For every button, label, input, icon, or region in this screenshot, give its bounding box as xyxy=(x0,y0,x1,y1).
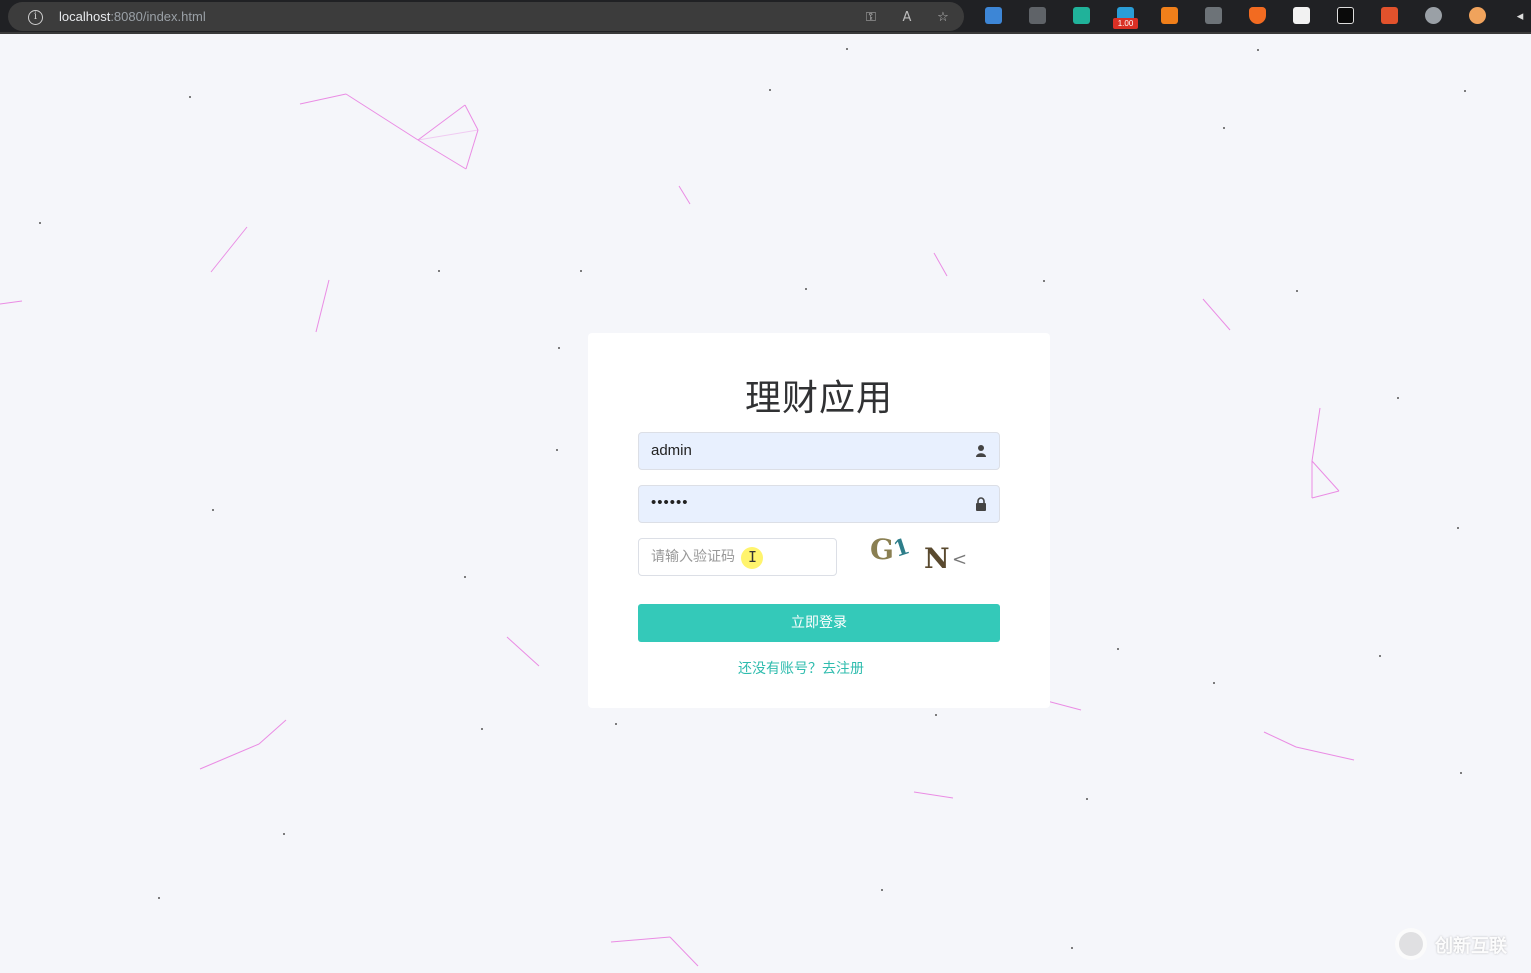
login-card: 理财应用 admin •••••• I G 1 N < 立即登录 还没有账号？去… xyxy=(588,333,1050,708)
captcha-char: < xyxy=(952,549,968,570)
shield-extension-icon[interactable] xyxy=(1249,7,1266,24)
extension-badge: 1.00 xyxy=(1113,18,1138,29)
info-icon[interactable]: i xyxy=(28,10,43,25)
captcha-input[interactable] xyxy=(638,538,837,576)
profile-extension-icon[interactable] xyxy=(1469,7,1486,24)
password-field[interactable]: •••••• xyxy=(638,485,1000,523)
lock-icon xyxy=(975,497,987,511)
mask-extension-icon[interactable] xyxy=(1293,7,1310,24)
read-aloud-icon[interactable]: A xyxy=(899,10,915,26)
refresh-extension-icon[interactable] xyxy=(1073,7,1090,24)
watermark-logo xyxy=(1395,928,1427,960)
browser-toolbar: i localhost:8080/index.html ⚿ A ☆ 1.00 ◂ xyxy=(0,0,1531,34)
password-value[interactable]: •••••• xyxy=(651,494,689,511)
u-extension-icon[interactable] xyxy=(1337,7,1354,24)
settings-extension-icon[interactable] xyxy=(1425,7,1442,24)
user-icon xyxy=(975,444,987,458)
url-text[interactable]: localhost:8080/index.html xyxy=(59,9,206,24)
coupon-extension-icon[interactable] xyxy=(1161,7,1178,24)
captcha-char: N xyxy=(924,542,950,575)
login-button[interactable]: 立即登录 xyxy=(638,604,1000,642)
username-value[interactable]: admin xyxy=(651,442,692,459)
username-field[interactable]: admin xyxy=(638,432,1000,470)
extensions-menu-icon[interactable]: ◂ xyxy=(1512,9,1528,25)
watermark-text: 创新互联 xyxy=(1435,936,1507,957)
register-link[interactable]: 还没有账号？去注册 xyxy=(588,658,1014,678)
text-cursor-icon: I xyxy=(748,548,758,566)
captcha-image[interactable]: G 1 N < xyxy=(866,533,970,579)
watermark: 创新互联 xyxy=(1395,926,1525,962)
document-extension-icon[interactable] xyxy=(1205,7,1222,24)
add-favorite-icon[interactable]: ☆ xyxy=(935,10,951,26)
image-extension-icon[interactable] xyxy=(985,7,1002,24)
login-title: 理财应用 xyxy=(744,378,893,419)
key-icon[interactable]: ⚿ xyxy=(863,10,879,26)
capture-extension-icon[interactable] xyxy=(1381,7,1398,24)
address-bar[interactable]: i localhost:8080/index.html ⚿ A ☆ xyxy=(8,2,964,31)
collections-icon[interactable] xyxy=(1029,7,1046,24)
